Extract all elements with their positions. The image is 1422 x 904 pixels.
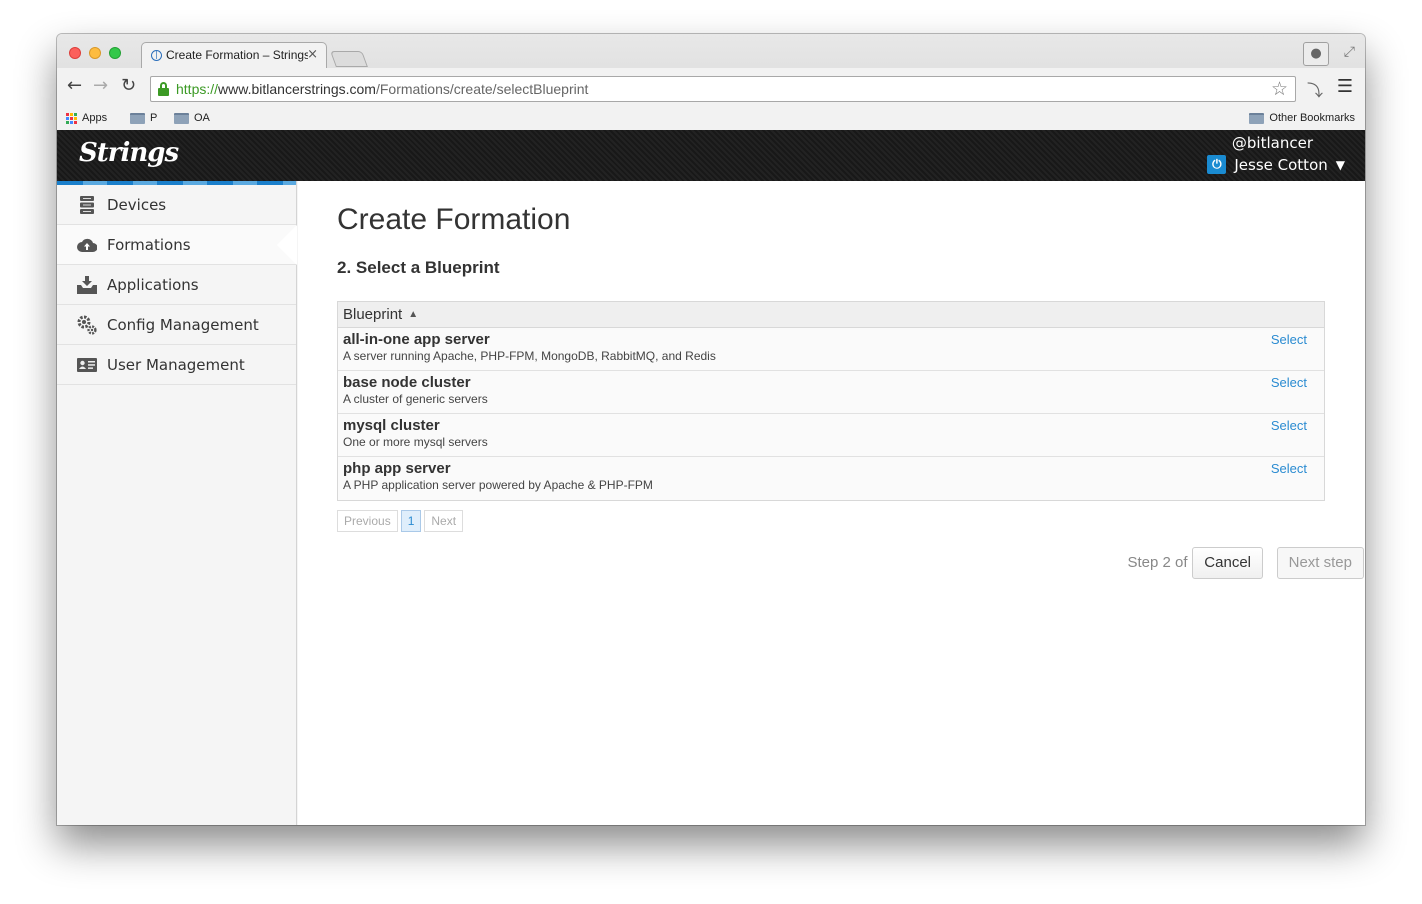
sort-ascending-icon: ▲: [408, 309, 419, 320]
server-stack-icon: [77, 195, 97, 214]
blueprint-description: A cluster of generic servers: [343, 392, 488, 406]
reload-icon[interactable]: ↻: [121, 77, 136, 95]
table-row: all-in-one app server A server running A…: [338, 328, 1324, 371]
account-handle: @bitlancer: [1231, 134, 1313, 152]
strings-logo[interactable]: Strings: [79, 138, 179, 168]
bookmark-label: Apps: [82, 112, 108, 124]
blueprint-table: Blueprint ▲ all-in-one app server A serv…: [337, 301, 1325, 501]
zoom-window-button[interactable]: [109, 47, 121, 59]
app-header: Strings @bitlancer ⏻ Jesse Cotton ▼: [57, 130, 1365, 181]
column-label: Blueprint: [343, 306, 403, 323]
apps-grid-icon: [66, 112, 77, 124]
bookmark-oa[interactable]: OA: [174, 112, 210, 124]
folder-icon: [130, 112, 145, 124]
profile-icon[interactable]: ●: [1303, 42, 1329, 66]
bookmark-label: P: [150, 112, 158, 124]
blueprint-description: A PHP application server powered by Apac…: [343, 478, 653, 492]
gears-icon: [77, 315, 97, 335]
table-row: mysql cluster One or more mysql servers …: [338, 414, 1324, 457]
tray-download-icon: [77, 275, 97, 294]
other-bookmarks[interactable]: Other Bookmarks: [1249, 112, 1355, 124]
sidebar-item-applications[interactable]: Applications: [57, 265, 296, 305]
sidebar-item-label: User Management: [107, 355, 245, 374]
address-bar[interactable]: https://www.bitlancerstrings.com/Formati…: [150, 76, 1296, 102]
blueprint-name: base node cluster: [343, 374, 471, 391]
browser-window: | Create Formation – Strings × ● ⤢ ← → ↻…: [57, 34, 1365, 825]
select-link[interactable]: Select: [1271, 461, 1307, 476]
previous-page-button[interactable]: Previous: [337, 510, 398, 532]
id-card-icon: [77, 356, 97, 374]
select-link[interactable]: Select: [1271, 418, 1307, 433]
bookmarks-bar: Apps P OA Other Bookmarks: [57, 108, 1365, 130]
sidebar-item-label: Devices: [107, 195, 167, 214]
close-window-button[interactable]: [69, 47, 81, 59]
tab-title: Create Formation – Strings: [166, 48, 308, 62]
page-title: Create Formation: [337, 203, 571, 236]
blueprint-name: all-in-one app server: [343, 331, 490, 348]
blueprint-name: mysql cluster: [343, 417, 440, 434]
user-name: Jesse Cotton: [1234, 155, 1328, 174]
bookmark-label: OA: [194, 112, 210, 124]
step-subtitle: 2. Select a Blueprint: [337, 258, 500, 277]
blueprint-description: A server running Apache, PHP-FPM, MongoD…: [343, 349, 716, 363]
sidebar-item-formations[interactable]: Formations: [57, 225, 297, 265]
forward-arrow-icon[interactable]: →: [93, 77, 108, 95]
url-text: https://www.bitlancerstrings.com/Formati…: [176, 81, 589, 97]
blueprint-description: One or more mysql servers: [343, 435, 488, 449]
folder-icon: [1249, 112, 1265, 124]
extension-icon[interactable]: ⤵: [1307, 77, 1323, 101]
step-indicator: Step 2 of 4: [1127, 554, 1200, 571]
pagination: Previous 1 Next: [337, 510, 464, 532]
cloud-upload-icon: [77, 236, 97, 254]
power-icon[interactable]: ⏻: [1207, 155, 1227, 174]
minimize-window-button[interactable]: [89, 47, 101, 59]
sidebar-item-label: Config Management: [107, 315, 259, 334]
bookmark-apps[interactable]: Apps: [66, 112, 107, 124]
lock-icon: [158, 82, 169, 96]
tab-close-icon[interactable]: ×: [307, 47, 318, 62]
browser-chrome: | Create Formation – Strings × ● ⤢ ← → ↻…: [57, 34, 1365, 130]
sidebar-item-label: Formations: [107, 235, 191, 254]
new-tab-button[interactable]: [330, 51, 368, 67]
table-header-blueprint[interactable]: Blueprint ▲: [338, 302, 1324, 328]
next-step-button[interactable]: Next step: [1276, 547, 1364, 579]
bookmark-p[interactable]: P: [130, 112, 157, 124]
select-link[interactable]: Select: [1271, 332, 1307, 347]
favicon-icon: |: [151, 50, 162, 61]
next-page-button[interactable]: Next: [424, 510, 464, 532]
table-row: base node cluster A cluster of generic s…: [338, 371, 1324, 414]
select-link[interactable]: Select: [1271, 375, 1307, 390]
sidebar-item-user-management[interactable]: User Management: [57, 345, 296, 385]
sidebar-item-label: Applications: [107, 275, 199, 294]
sidebar-item-config-management[interactable]: Config Management: [57, 305, 296, 345]
browser-toolbar: ← → ↻ https://www.bitlancerstrings.com/F…: [57, 68, 1365, 108]
fullscreen-icon[interactable]: ⤢: [1344, 44, 1355, 60]
folder-icon: [174, 112, 189, 124]
sidebar: Devices Formations Applications Config M…: [57, 181, 297, 825]
blueprint-name: php app server: [343, 460, 451, 477]
user-menu[interactable]: ⏻ Jesse Cotton ▼: [1207, 155, 1345, 174]
sidebar-item-devices[interactable]: Devices: [57, 185, 296, 225]
hamburger-menu-icon[interactable]: ☰: [1337, 76, 1353, 97]
bookmark-star-icon[interactable]: ☆: [1271, 78, 1288, 100]
main-content: Create Formation 2. Select a Blueprint B…: [298, 181, 1365, 825]
chevron-down-icon: ▼: [1335, 157, 1345, 172]
bookmark-label: Other Bookmarks: [1269, 112, 1355, 124]
cancel-button[interactable]: Cancel: [1192, 547, 1263, 579]
back-arrow-icon[interactable]: ←: [67, 77, 82, 95]
browser-tab[interactable]: | Create Formation – Strings ×: [141, 42, 327, 68]
page-1-button[interactable]: 1: [400, 510, 422, 532]
table-row: php app server A PHP application server …: [338, 457, 1324, 500]
